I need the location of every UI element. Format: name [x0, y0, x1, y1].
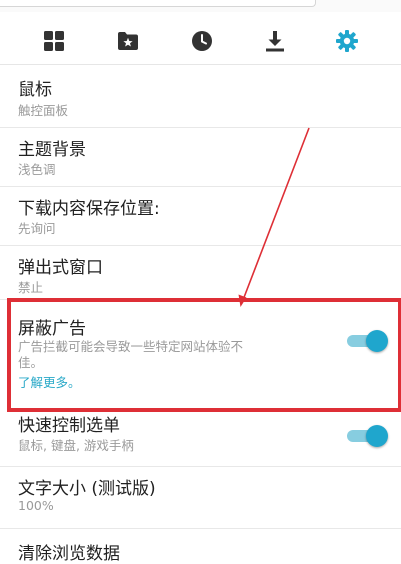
setting-title: 主题背景	[18, 140, 86, 160]
setting-subtitle: 触控面板	[18, 103, 69, 118]
setting-title: 弹出式窗口	[18, 258, 103, 278]
quick-controls-toggle[interactable]	[347, 425, 388, 447]
tab-bookmarks[interactable]	[115, 28, 141, 54]
toggle-thumb	[366, 425, 388, 447]
folder-star-icon	[118, 32, 138, 50]
setting-title: 下载内容保存位置:	[18, 199, 160, 219]
setting-subtitle: 禁止	[18, 280, 44, 295]
setting-subtitle: 先询问	[18, 221, 56, 236]
gear-icon	[336, 30, 358, 52]
toolbar	[0, 18, 401, 62]
setting-subtitle: 浅色调	[18, 162, 56, 177]
setting-theme[interactable]: 主题背景 浅色调	[0, 128, 401, 187]
tab-downloads[interactable]	[262, 28, 288, 54]
setting-title: 快速控制选单	[18, 416, 120, 436]
tab-history[interactable]	[189, 28, 215, 54]
settings-screen: 鼠标 触控面板 主题背景 浅色调 下载内容保存位置: 先询问 弹出式窗口 禁止 …	[0, 0, 401, 564]
setting-subtitle: 100%	[18, 498, 54, 513]
setting-title: 文字大小 (测试版)	[18, 479, 156, 499]
setting-popups[interactable]: 弹出式窗口 禁止	[0, 246, 401, 300]
tab-dashboard[interactable]	[41, 28, 67, 54]
setting-title: 清除浏览数据	[18, 544, 120, 564]
setting-title: 鼠标	[18, 80, 52, 100]
tab-settings[interactable]	[334, 28, 360, 54]
download-icon	[266, 31, 284, 52]
setting-mouse[interactable]: 鼠标 触控面板	[0, 65, 401, 128]
clock-icon	[192, 31, 212, 51]
setting-subtitle: 鼠标, 键盘, 游戏手柄	[18, 438, 134, 453]
setting-download-location[interactable]: 下载内容保存位置: 先询问	[0, 187, 401, 246]
highlight-box	[7, 298, 401, 412]
setting-text-size[interactable]: 文字大小 (测试版) 100%	[0, 467, 401, 529]
setting-clear-data[interactable]: 清除浏览数据	[0, 529, 401, 564]
setting-quick-controls[interactable]: 快速控制选单 鼠标, 键盘, 游戏手柄	[0, 411, 401, 467]
address-bar-edge[interactable]	[0, 0, 316, 7]
grid-icon	[44, 31, 64, 51]
